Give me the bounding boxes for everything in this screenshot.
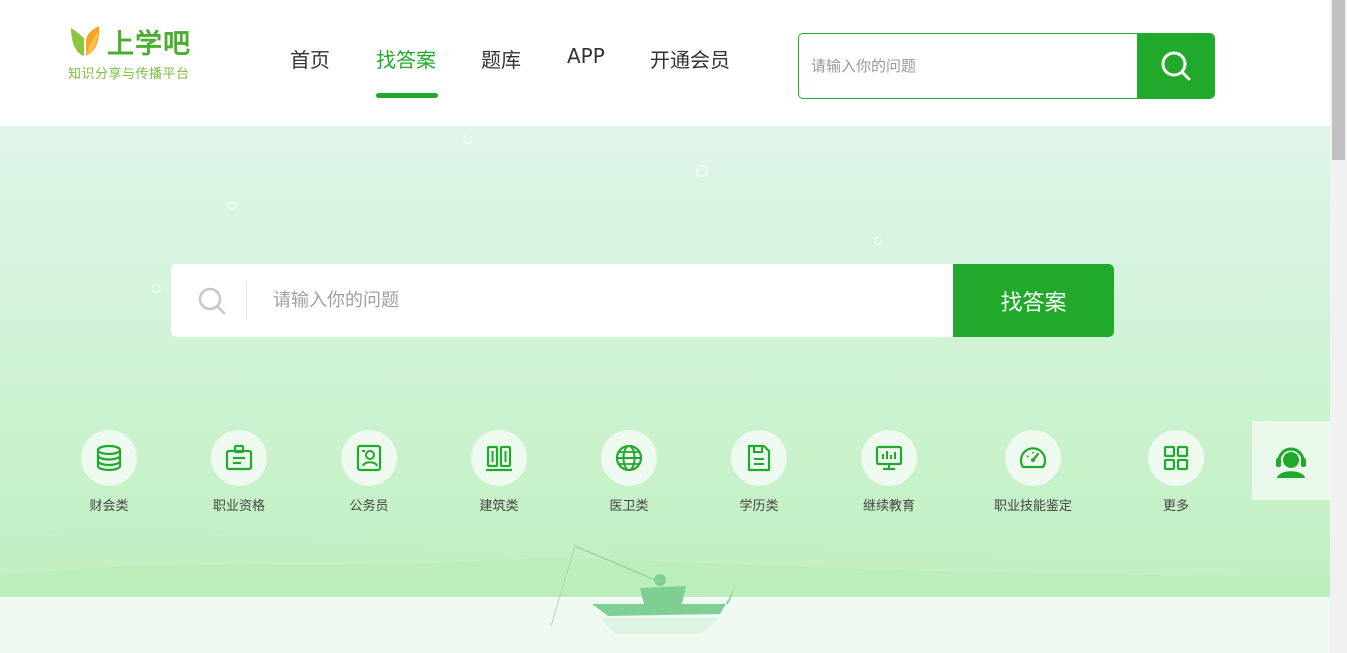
- find-answer-button[interactable]: 找答案: [953, 264, 1114, 337]
- decor-bubble: [228, 202, 236, 210]
- search-icon: [198, 287, 226, 315]
- category-label: 建筑类: [479, 499, 519, 514]
- main-search: 找答案: [171, 264, 1114, 337]
- site-logo[interactable]: 上学吧 知识分享与传播平台: [67, 22, 207, 82]
- nav-active-indicator: [376, 93, 438, 98]
- decor-bubble: [152, 284, 161, 293]
- logo-title: 上学吧: [107, 29, 191, 60]
- nav-item-app[interactable]: APP: [567, 44, 605, 68]
- main-search-input[interactable]: [259, 264, 939, 337]
- customer-service-icon: [1276, 447, 1306, 478]
- category-label: 财会类: [89, 499, 129, 514]
- category-label: 继续教育: [862, 499, 915, 514]
- site-header: 上学吧 知识分享与传播平台 首页 找答案 题库 APP 开通会员: [0, 0, 1330, 126]
- category-continuing-education[interactable]: 继续教育: [829, 430, 949, 514]
- id-badge-icon: [225, 444, 253, 471]
- monitor-chart-icon: [875, 445, 903, 471]
- decor-bubble: [874, 237, 882, 245]
- grid-icon: [1163, 445, 1189, 471]
- hero-section: 找答案 财会类: [0, 126, 1330, 653]
- globe-icon: [615, 444, 643, 472]
- scrollbar-thumb[interactable]: [1332, 0, 1345, 160]
- building-columns-icon: [486, 445, 512, 472]
- document-icon: [747, 444, 771, 472]
- search-divider: [246, 282, 247, 319]
- portrait-card-icon: [356, 444, 382, 472]
- category-vocational-skill[interactable]: 职业技能鉴定: [973, 430, 1093, 514]
- category-medical[interactable]: 医卫类: [569, 430, 689, 514]
- nav-item-membership[interactable]: 开通会员: [650, 44, 730, 73]
- header-search-button[interactable]: [1137, 34, 1214, 98]
- gauge-icon: [1019, 447, 1047, 469]
- category-label: 职业技能鉴定: [993, 499, 1072, 514]
- category-professional-qualification[interactable]: 职业资格: [179, 430, 299, 514]
- logo-subtitle: 知识分享与传播平台: [68, 67, 190, 82]
- category-civil-servant[interactable]: 公务员: [309, 430, 429, 514]
- category-education[interactable]: 学历类: [699, 430, 819, 514]
- category-construction[interactable]: 建筑类: [439, 430, 559, 514]
- header-search-input[interactable]: [799, 34, 1139, 98]
- category-label: 职业资格: [212, 499, 265, 514]
- nav-item-home[interactable]: 首页: [290, 44, 330, 73]
- category-more[interactable]: 更多: [1116, 430, 1236, 514]
- nav-item-question-bank[interactable]: 题库: [481, 44, 521, 73]
- database-coins-icon: [96, 444, 122, 472]
- page-scrollbar[interactable]: [1330, 0, 1347, 653]
- category-accounting[interactable]: 财会类: [49, 430, 169, 514]
- landscape-wave-decor: [0, 526, 1330, 653]
- category-label: 公务员: [349, 499, 389, 514]
- header-search: [798, 33, 1215, 99]
- category-label: 更多: [1162, 499, 1189, 514]
- decor-bubble: [696, 165, 708, 177]
- search-icon: [1161, 51, 1190, 81]
- leaf-logo-icon: [71, 26, 100, 56]
- nav-item-find-answer[interactable]: 找答案: [376, 44, 436, 73]
- customer-service-button[interactable]: [1252, 421, 1330, 500]
- decor-bubble: [463, 135, 472, 144]
- category-label: 学历类: [739, 499, 779, 514]
- category-label: 医卫类: [609, 499, 649, 514]
